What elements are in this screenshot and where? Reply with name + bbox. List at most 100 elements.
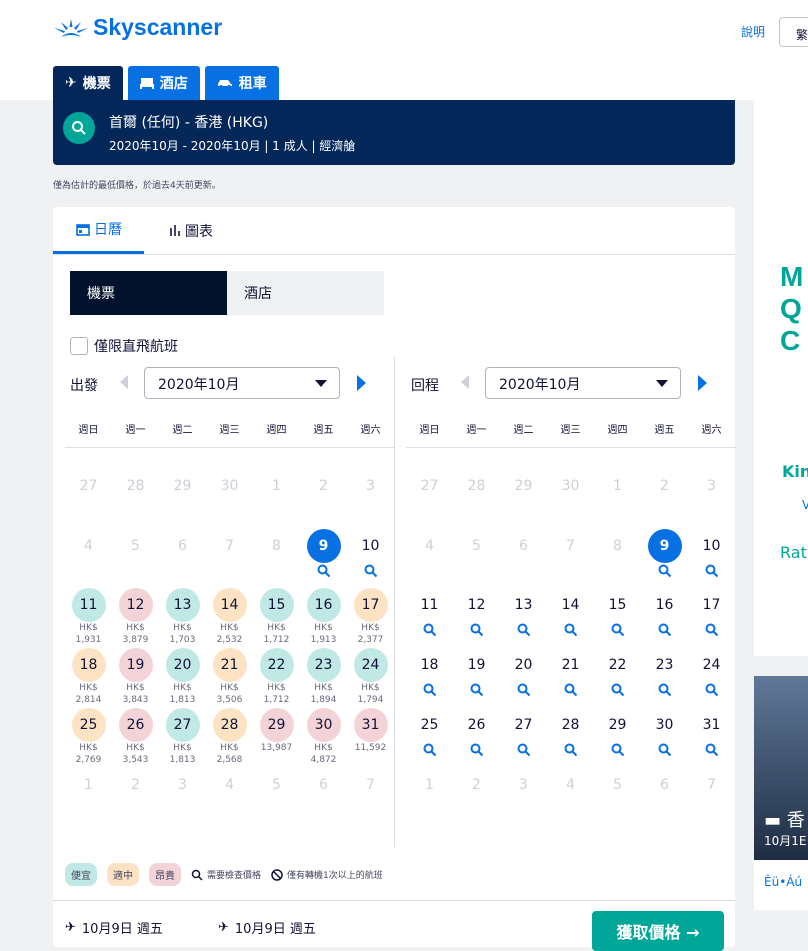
day-cell[interactable]: 22 HK$ 1,712	[253, 648, 300, 708]
magnifier-icon[interactable]	[611, 623, 625, 637]
checkbox-box[interactable]	[70, 337, 88, 355]
day-cell[interactable]: 26	[453, 708, 500, 768]
price-value: 4,872	[310, 755, 337, 765]
day-number: 7	[366, 777, 375, 793]
day-cell[interactable]: 15	[594, 588, 641, 648]
search-icon[interactable]	[63, 112, 95, 144]
day-cell[interactable]: 28	[547, 708, 594, 768]
magnifier-icon[interactable]	[564, 683, 578, 697]
toggle-hotels[interactable]: 酒店	[227, 271, 384, 315]
day-cell[interactable]: 16	[641, 588, 688, 648]
magnifier-icon[interactable]	[705, 623, 719, 637]
magnifier-icon[interactable]	[705, 564, 719, 578]
day-cell[interactable]: 10	[347, 529, 394, 589]
depart-next-arrow-icon[interactable]	[357, 375, 366, 391]
magnifier-icon[interactable]	[658, 743, 672, 757]
day-cell[interactable]: 9	[641, 529, 688, 589]
get-price-button[interactable]: 獲取價格 →	[592, 911, 724, 951]
magnifier-icon[interactable]	[658, 564, 672, 578]
depart-month-select[interactable]: 2020年10月	[144, 367, 340, 399]
magnifier-icon[interactable]	[517, 623, 531, 637]
magnifier-icon[interactable]	[705, 683, 719, 697]
magnifier-icon[interactable]	[517, 683, 531, 697]
day-cell[interactable]: 11 HK$ 1,931	[65, 588, 112, 648]
return-prev-arrow-icon[interactable]	[461, 375, 469, 389]
day-cell[interactable]: 13 HK$ 1,703	[159, 588, 206, 648]
day-cell[interactable]: 17 HK$ 2,377	[347, 588, 394, 648]
magnifier-icon[interactable]	[470, 623, 484, 637]
tab-cars[interactable]: 租車	[204, 66, 279, 100]
magnifier-icon[interactable]	[423, 683, 437, 697]
day-cell[interactable]: 27 HK$ 1,813	[159, 708, 206, 768]
search-summary[interactable]: 首爾 (任何) - 香港 (HKG) 2020年10月 - 2020年10月 |…	[53, 100, 735, 165]
day-cell[interactable]: 30	[641, 708, 688, 768]
magnifier-icon[interactable]	[423, 623, 437, 637]
magnifier-icon[interactable]	[564, 743, 578, 757]
day-cell[interactable]: 22	[594, 648, 641, 708]
day-cell[interactable]: 20 HK$ 1,813	[159, 648, 206, 708]
ad-line: M	[780, 261, 804, 292]
hotel-ad[interactable]: ▬ 香 10月1E Êü•Áú	[754, 676, 808, 910]
day-cell[interactable]: 12 HK$ 3,879	[112, 588, 159, 648]
day-cell[interactable]: 29	[594, 708, 641, 768]
magnifier-icon[interactable]	[470, 683, 484, 697]
day-number: 8	[272, 538, 281, 554]
magnifier-icon[interactable]	[705, 743, 719, 757]
tab-flights[interactable]: ✈ 機票	[53, 66, 123, 100]
day-cell[interactable]: 27	[500, 708, 547, 768]
day-cell[interactable]: 30 HK$ 4,872	[300, 708, 347, 768]
magnifier-icon[interactable]	[658, 623, 672, 637]
day-cell[interactable]: 25 HK$ 2,769	[65, 708, 112, 768]
day-cell[interactable]: 24	[688, 648, 735, 708]
day-cell[interactable]: 21	[547, 648, 594, 708]
magnifier-icon[interactable]	[611, 743, 625, 757]
magnifier-icon[interactable]	[364, 564, 378, 578]
day-cell[interactable]: 31	[688, 708, 735, 768]
day-cell[interactable]: 29 13,987	[253, 708, 300, 768]
tab-chart[interactable]: 圖表	[169, 207, 213, 254]
toggle-flights[interactable]: 機票	[70, 271, 227, 315]
day-cell[interactable]: 20	[500, 648, 547, 708]
day-cell[interactable]: 28 HK$ 2,568	[206, 708, 253, 768]
magnifier-icon[interactable]	[658, 683, 672, 697]
day-cell[interactable]: 17	[688, 588, 735, 648]
day-cell[interactable]: 21 HK$ 3,506	[206, 648, 253, 708]
magnifier-icon[interactable]	[470, 743, 484, 757]
day-number: 6	[319, 777, 328, 793]
skyscanner-logo[interactable]: Skyscanner	[53, 14, 222, 41]
tab-calendar[interactable]: 日曆	[53, 207, 144, 254]
day-cell[interactable]: 24 HK$ 1,794	[347, 648, 394, 708]
return-month-select[interactable]: 2020年10月	[485, 367, 681, 399]
day-cell[interactable]: 31 11,592	[347, 708, 394, 768]
day-cell[interactable]: 12	[453, 588, 500, 648]
day-cell[interactable]: 25	[406, 708, 453, 768]
day-cell[interactable]: 18 HK$ 2,814	[65, 648, 112, 708]
day-cell[interactable]: 26 HK$ 3,543	[112, 708, 159, 768]
magnifier-icon[interactable]	[611, 683, 625, 697]
day-cell[interactable]: 23	[641, 648, 688, 708]
day-cell[interactable]: 10	[688, 529, 735, 589]
tab-hotels[interactable]: 酒店	[127, 66, 200, 100]
day-cell[interactable]: 19	[453, 648, 500, 708]
day-cell[interactable]: 16 HK$ 1,913	[300, 588, 347, 648]
magnifier-icon[interactable]	[564, 623, 578, 637]
magnifier-icon[interactable]	[423, 743, 437, 757]
magnifier-icon[interactable]	[317, 564, 331, 578]
day-cell[interactable]: 19 HK$ 3,843	[112, 648, 159, 708]
day-cell[interactable]: 18	[406, 648, 453, 708]
hotel-link[interactable]: Êü•Áú	[764, 875, 802, 889]
day-cell[interactable]: 15 HK$ 1,712	[253, 588, 300, 648]
day-cell[interactable]: 23 HK$ 1,894	[300, 648, 347, 708]
language-button[interactable]: 繁	[779, 17, 808, 47]
magnifier-icon[interactable]	[517, 743, 531, 757]
day-cell[interactable]: 9	[300, 529, 347, 589]
depart-prev-arrow-icon[interactable]	[120, 375, 128, 389]
day-cell[interactable]: 11	[406, 588, 453, 648]
return-next-arrow-icon[interactable]	[698, 375, 707, 391]
help-link[interactable]: 說明	[741, 23, 765, 40]
day-cell[interactable]: 13	[500, 588, 547, 648]
day-cell[interactable]: 14	[547, 588, 594, 648]
ad-banner[interactable]: M Q C Kin V Rat	[754, 100, 808, 656]
direct-only-checkbox[interactable]: 僅限直飛航班	[70, 336, 178, 356]
day-cell[interactable]: 14 HK$ 2,532	[206, 588, 253, 648]
